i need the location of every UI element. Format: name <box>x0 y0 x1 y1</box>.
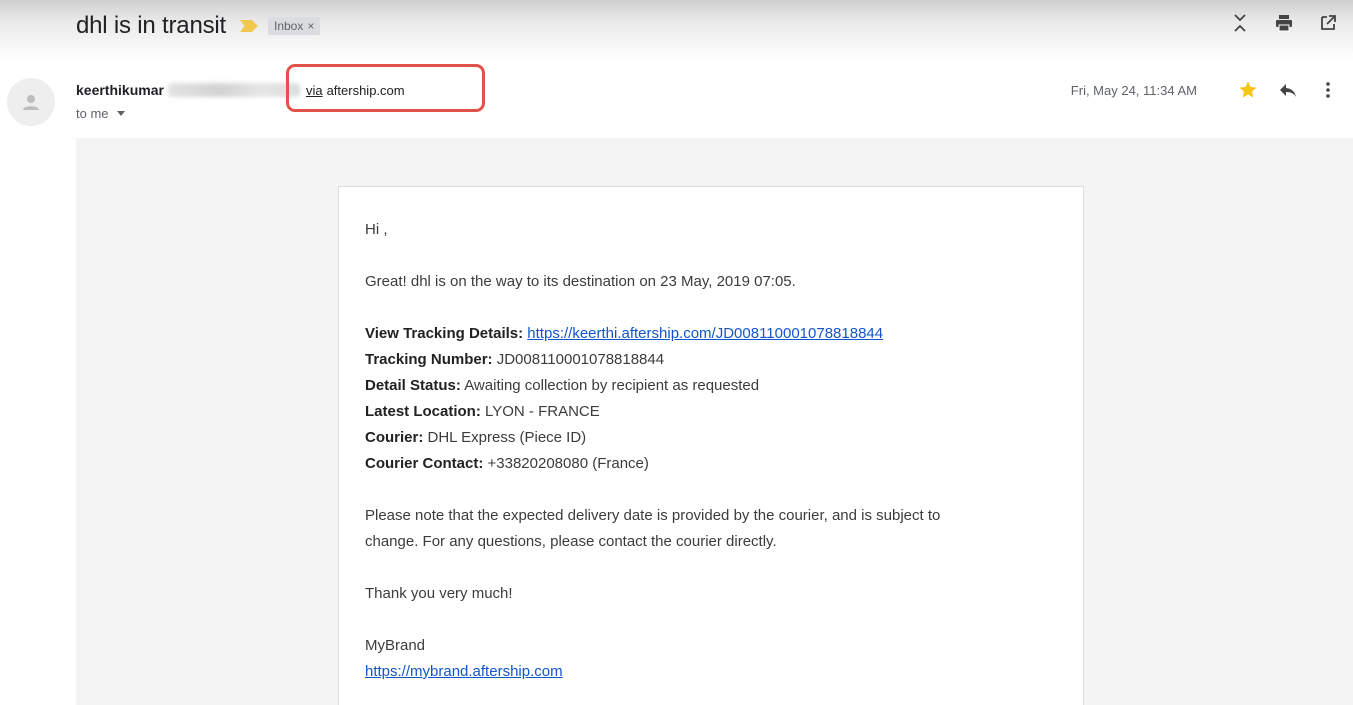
message-meta: Fri, May 24, 11:34 AM <box>1071 78 1341 102</box>
print-icon[interactable] <box>1273 12 1295 34</box>
courier-line: Courier: DHL Express (Piece ID) <box>365 425 1057 451</box>
open-new-window-icon[interactable] <box>1317 12 1339 34</box>
thread-toolbar <box>1229 12 1339 34</box>
intro-text: Great! dhl is on the way to its destinat… <box>365 273 796 290</box>
importance-marker-icon[interactable] <box>240 20 258 32</box>
redacted-email-address <box>167 83 300 97</box>
subject-row: dhl is in transit Inbox × <box>76 8 321 44</box>
highlight-annotation <box>286 64 485 112</box>
tracking-details-line: View Tracking Details: https://keerthi.a… <box>365 321 1057 347</box>
tracking-number-value: JD008110001078818844 <box>496 351 665 368</box>
detail-status-line: Detail Status: Awaiting collection by re… <box>365 373 1057 399</box>
thanks-text: Thank you very much! <box>365 585 513 602</box>
inbox-label-text: Inbox <box>274 19 304 33</box>
message-date: Fri, May 24, 11:34 AM <box>1070 82 1197 98</box>
note-line-2: change. For any questions, please contac… <box>365 533 777 550</box>
email-content: Hi , Great! dhl is on the way to its des… <box>338 186 1084 705</box>
detail-status-label: Detail Status: <box>365 377 461 394</box>
courier-contact-line: Courier Contact: +33820208080 (France) <box>365 451 1057 477</box>
sender-avatar[interactable] <box>7 78 55 126</box>
brand-link-line: https://mybrand.aftership.com <box>365 659 1057 685</box>
courier-contact-label: Courier Contact: <box>365 455 484 472</box>
courier-label: Courier: <box>365 429 424 446</box>
detail-status-value: Awaiting collection by recipient as requ… <box>464 377 760 394</box>
more-vert-icon[interactable] <box>1315 78 1341 102</box>
latest-location-label: Latest Location: <box>365 403 481 420</box>
courier-contact-value: +33820208080 (France) <box>487 455 649 472</box>
courier-value: DHL Express (Piece ID) <box>427 429 587 446</box>
latest-location-value: LYON - FRANCE <box>485 403 600 420</box>
greeting: Hi , <box>365 221 388 238</box>
latest-location-line: Latest Location: LYON - FRANCE <box>365 399 1057 425</box>
sender-name[interactable]: keerthikumar <box>76 82 164 98</box>
recipient-details-toggle[interactable]: to me <box>76 106 125 121</box>
tracking-number-line: Tracking Number: JD008110001078818844 <box>365 347 1057 373</box>
tracking-link[interactable]: https://keerthi.aftership.com/JD00811000… <box>527 325 883 342</box>
inbox-label-chip: Inbox × <box>268 17 321 35</box>
note-line-1: Please note that the expected delivery d… <box>365 507 941 524</box>
reply-icon[interactable] <box>1275 78 1301 102</box>
chevron-down-icon <box>116 111 125 116</box>
recipient-text: to me <box>76 106 109 121</box>
star-icon[interactable] <box>1235 78 1261 102</box>
brand-name: MyBrand <box>365 637 426 654</box>
tracking-number-label: Tracking Number: <box>365 351 493 368</box>
tracking-details-label: View Tracking Details: <box>365 325 524 342</box>
remove-label-icon[interactable]: × <box>307 19 314 33</box>
email-subject: dhl is in transit <box>76 12 226 39</box>
person-icon <box>23 95 39 110</box>
expand-collapse-icon[interactable] <box>1229 12 1251 34</box>
brand-link[interactable]: https://mybrand.aftership.com <box>365 663 563 680</box>
